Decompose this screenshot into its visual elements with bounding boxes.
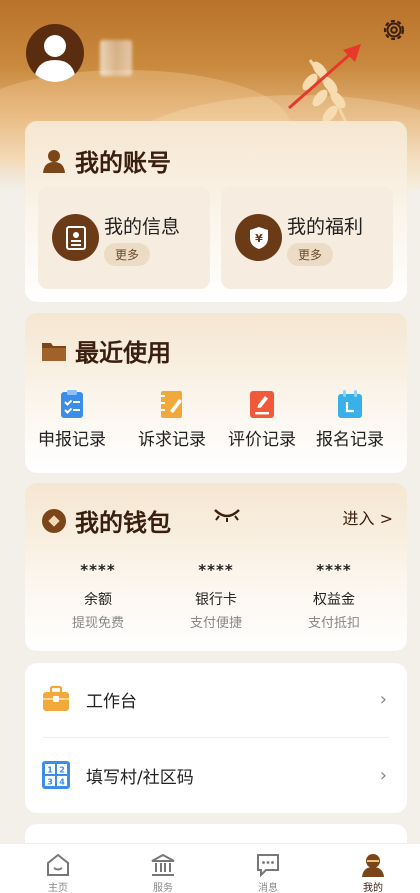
- wallet-label: 银行卡: [195, 592, 237, 608]
- wallet-sub: 支付抵扣: [307, 616, 360, 631]
- calendar-icon: [338, 390, 362, 418]
- my-info-more-button[interactable]: 更多: [104, 243, 151, 266]
- recent-item-label: 诉求记录: [138, 430, 206, 450]
- wallet-equity-fund[interactable]: **** 权益金 支付抵扣: [279, 561, 389, 631]
- wallet-card-title: 我的钱包: [41, 503, 171, 538]
- briefcase-icon: [43, 685, 69, 711]
- my-benefits-tile[interactable]: ¥ 我的福利 更多: [221, 186, 393, 289]
- wallet-title-text: 我的钱包: [75, 509, 171, 537]
- recent-item-declare-record[interactable]: 申报记录: [27, 389, 117, 450]
- tab-mine[interactable]: 我的: [343, 852, 403, 893]
- folder-icon: [42, 342, 66, 361]
- wallet-value: ****: [198, 561, 234, 579]
- recent-use-card: 最近使用 申报记录 诉求记录 评价记录 报名记录: [25, 313, 407, 473]
- tab-label: 主页: [48, 883, 68, 893]
- recent-card-title: 最近使用: [41, 333, 171, 368]
- wallet-enter-link[interactable]: 进入 >: [343, 505, 394, 529]
- home-icon: [47, 853, 69, 876]
- wallet-sub: 支付便捷: [189, 616, 242, 631]
- chevron-right-icon: ›: [379, 764, 387, 786]
- recent-title-text: 最近使用: [75, 339, 171, 367]
- account-title-text: 我的账号: [75, 149, 171, 177]
- benefits-icon-circle: ¥: [235, 214, 282, 261]
- coin-icon: [42, 508, 66, 533]
- tab-label: 我的: [363, 883, 383, 893]
- person-icon: [43, 149, 65, 173]
- settings-gear-icon[interactable]: [380, 16, 408, 44]
- bottom-tab-bar: 主页 服务 消息 我的: [0, 843, 420, 893]
- shield-yen-icon: ¥: [249, 226, 268, 249]
- id-card-icon: [65, 225, 86, 250]
- username-blurred: [100, 40, 132, 76]
- chevron-right-icon: ›: [379, 688, 387, 710]
- message-icon: [257, 854, 279, 878]
- list-item-village-code[interactable]: 1 2 3 4 填写村/社区码 ›: [25, 739, 407, 811]
- divider: [43, 737, 389, 738]
- clipboard-check-icon: [61, 390, 83, 418]
- eye-closed-icon[interactable]: [213, 507, 241, 523]
- recent-item-signup-record[interactable]: 报名记录: [305, 389, 395, 450]
- wallet-value: ****: [316, 561, 352, 579]
- wallet-sub: 提现免费: [71, 616, 124, 631]
- recent-item-label: 申报记录: [38, 430, 106, 450]
- user-silhouette-icon: [34, 35, 76, 82]
- my-benefits-more-button[interactable]: 更多: [287, 243, 334, 266]
- svg-text:4: 4: [59, 778, 65, 787]
- person-icon: [362, 854, 384, 877]
- svg-text:3: 3: [47, 778, 53, 787]
- svg-text:¥: ¥: [255, 232, 263, 245]
- list-item-label: 填写村/社区码: [86, 767, 194, 788]
- my-info-tile[interactable]: 我的信息 更多: [38, 186, 210, 289]
- wallet-card: 我的钱包 进入 > **** 余额 提现免费 **** 银行卡 支付便捷 ***…: [25, 483, 407, 651]
- my-info-label: 我的信息: [104, 216, 181, 238]
- list-item-label: 工作台: [86, 691, 137, 712]
- menu-list-card: 工作台 › 1 2 3 4 填写村/社区码 ›: [25, 663, 407, 813]
- tab-label: 服务: [153, 883, 173, 893]
- wallet-bank-card[interactable]: **** 银行卡 支付便捷: [161, 561, 271, 631]
- wallet-label: 余额: [84, 592, 112, 608]
- recent-item-appeal-record[interactable]: 诉求记录: [127, 389, 217, 450]
- notebook-pen-icon: [161, 391, 182, 418]
- number-grid-icon: 1 2 3 4: [42, 761, 70, 789]
- svg-text:2: 2: [59, 766, 65, 775]
- tab-service[interactable]: 服务: [133, 852, 193, 893]
- recent-item-review-record[interactable]: 评价记录: [217, 389, 307, 450]
- account-card-title: 我的账号: [41, 143, 171, 178]
- red-annotation-arrow-icon: [288, 44, 361, 110]
- recent-item-label: 报名记录: [316, 430, 384, 450]
- info-icon-circle: [52, 214, 99, 261]
- my-benefits-label: 我的福利: [287, 216, 364, 238]
- wallet-balance[interactable]: **** 余额 提现免费: [43, 561, 153, 631]
- wallet-value: ****: [80, 561, 116, 579]
- avatar[interactable]: [26, 24, 84, 82]
- account-card: 我的账号 我的信息 更多 ¥ 我的福利 更多: [25, 121, 407, 302]
- tab-messages[interactable]: 消息: [238, 852, 298, 893]
- tab-home[interactable]: 主页: [28, 852, 88, 893]
- tab-label: 消息: [258, 883, 278, 893]
- recent-item-label: 评价记录: [228, 430, 296, 450]
- svg-text:1: 1: [47, 766, 53, 775]
- wallet-label: 权益金: [313, 592, 355, 608]
- bank-icon: [151, 853, 175, 876]
- list-item-workbench[interactable]: 工作台 ›: [25, 663, 407, 735]
- edit-doc-icon: [250, 391, 274, 418]
